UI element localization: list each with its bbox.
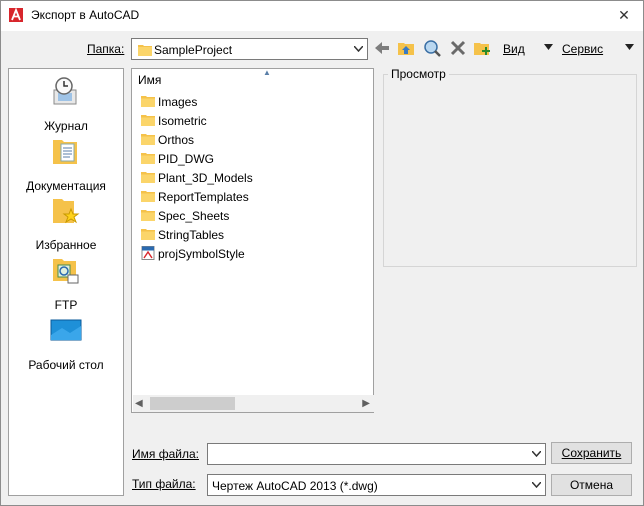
list-item-name: Isometric (158, 114, 207, 128)
back-icon[interactable] (372, 38, 392, 58)
filename-input[interactable] (207, 443, 546, 465)
list-item[interactable]: Images (138, 92, 368, 111)
preview-pane (383, 74, 637, 267)
title-bar: Экспорт в AutoCAD ✕ (1, 1, 643, 31)
folder-icon (141, 191, 155, 202)
lookin-value: SampleProject (154, 43, 233, 57)
new-folder-icon[interactable] (472, 38, 492, 58)
list-item[interactable]: Plant_3D_Models (138, 168, 368, 187)
scroll-right-icon[interactable]: ▶ (362, 398, 370, 409)
list-item[interactable]: PID_DWG (138, 149, 368, 168)
scroll-left-icon[interactable]: ◀ (135, 398, 143, 409)
folder-icon (141, 210, 155, 221)
chevron-down-icon (354, 46, 363, 52)
places-bar: Журнал Документация Избранное FTP Рабочи… (8, 68, 124, 496)
list-item-name: projSymbolStyle (158, 247, 245, 261)
export-dialog: Экспорт в AutoCAD ✕ Папка: SampleProject… (0, 0, 644, 506)
place-desktop[interactable]: Рабочий стол (9, 315, 123, 372)
file-list[interactable]: Имя ▲ Images Isometric Orthos PID_DWG Plant_… (131, 68, 374, 413)
scrollbar-thumb[interactable] (150, 397, 235, 410)
list-item-name: Plant_3D_Models (158, 171, 253, 185)
save-button[interactable]: Сохранить (551, 442, 632, 464)
list-item-name: StringTables (158, 228, 225, 242)
folder-icon (138, 45, 152, 56)
close-button[interactable]: ✕ (611, 3, 637, 27)
view-menu[interactable]: Вид (503, 42, 525, 56)
close-icon: ✕ (618, 6, 630, 23)
filetype-label: Тип файла: (132, 477, 196, 491)
window-title: Экспорт в AutoCAD (31, 8, 140, 22)
list-item[interactable]: Orthos (138, 130, 368, 149)
list-item[interactable]: ReportTemplates (138, 187, 368, 206)
favorites-icon (53, 199, 80, 224)
list-item[interactable]: projSymbolStyle (138, 244, 368, 263)
list-item[interactable]: Isometric (138, 111, 368, 130)
column-header-name[interactable]: Имя ▲ (132, 68, 373, 89)
history-icon (53, 77, 77, 105)
tools-dropdown-arrow-icon[interactable] (625, 44, 634, 50)
filename-label: Имя файла: (132, 447, 199, 461)
folder-icon (141, 134, 155, 145)
place-documents[interactable]: Документация (9, 136, 123, 193)
chevron-down-icon[interactable] (532, 482, 541, 488)
place-favorites[interactable]: Избранное (9, 195, 123, 252)
ftp-icon (53, 259, 79, 284)
autocad-logo-icon (9, 8, 23, 22)
folder-icon (141, 153, 155, 164)
desktop-icon (50, 319, 82, 341)
up-folder-icon[interactable] (396, 38, 416, 58)
place-history[interactable]: Журнал (9, 76, 123, 133)
chevron-down-icon[interactable] (532, 451, 541, 457)
tools-menu[interactable]: Сервис (562, 42, 603, 56)
cancel-button[interactable]: Отмена (551, 474, 632, 496)
preview-title: Просмотр (388, 67, 449, 81)
view-dropdown-arrow-icon[interactable] (544, 44, 553, 50)
dwg-file-icon (141, 246, 155, 260)
list-item[interactable]: Spec_Sheets (138, 206, 368, 225)
folder-icon (141, 115, 155, 126)
list-item[interactable]: StringTables (138, 225, 368, 244)
list-item-name: Spec_Sheets (158, 209, 230, 223)
lookin-label: Папка: (87, 42, 125, 56)
list-item-name: Images (158, 95, 198, 109)
folder-icon (141, 172, 155, 183)
list-item-name: PID_DWG (158, 152, 215, 166)
filetype-dropdown[interactable]: Чертеж AutoCAD 2013 (*.dwg) (207, 474, 546, 496)
list-item-name: Orthos (158, 133, 195, 147)
folder-icon (141, 96, 155, 107)
folder-icon (141, 229, 155, 240)
horizontal-scrollbar[interactable]: ◀ ▶ (133, 395, 374, 412)
sort-ascending-icon: ▲ (263, 68, 271, 77)
search-web-icon[interactable] (422, 38, 442, 58)
delete-icon[interactable] (448, 38, 468, 58)
documents-icon (53, 140, 77, 164)
place-ftp[interactable]: FTP (9, 255, 123, 312)
list-item-name: ReportTemplates (158, 190, 249, 204)
lookin-dropdown[interactable]: SampleProject (131, 38, 368, 60)
